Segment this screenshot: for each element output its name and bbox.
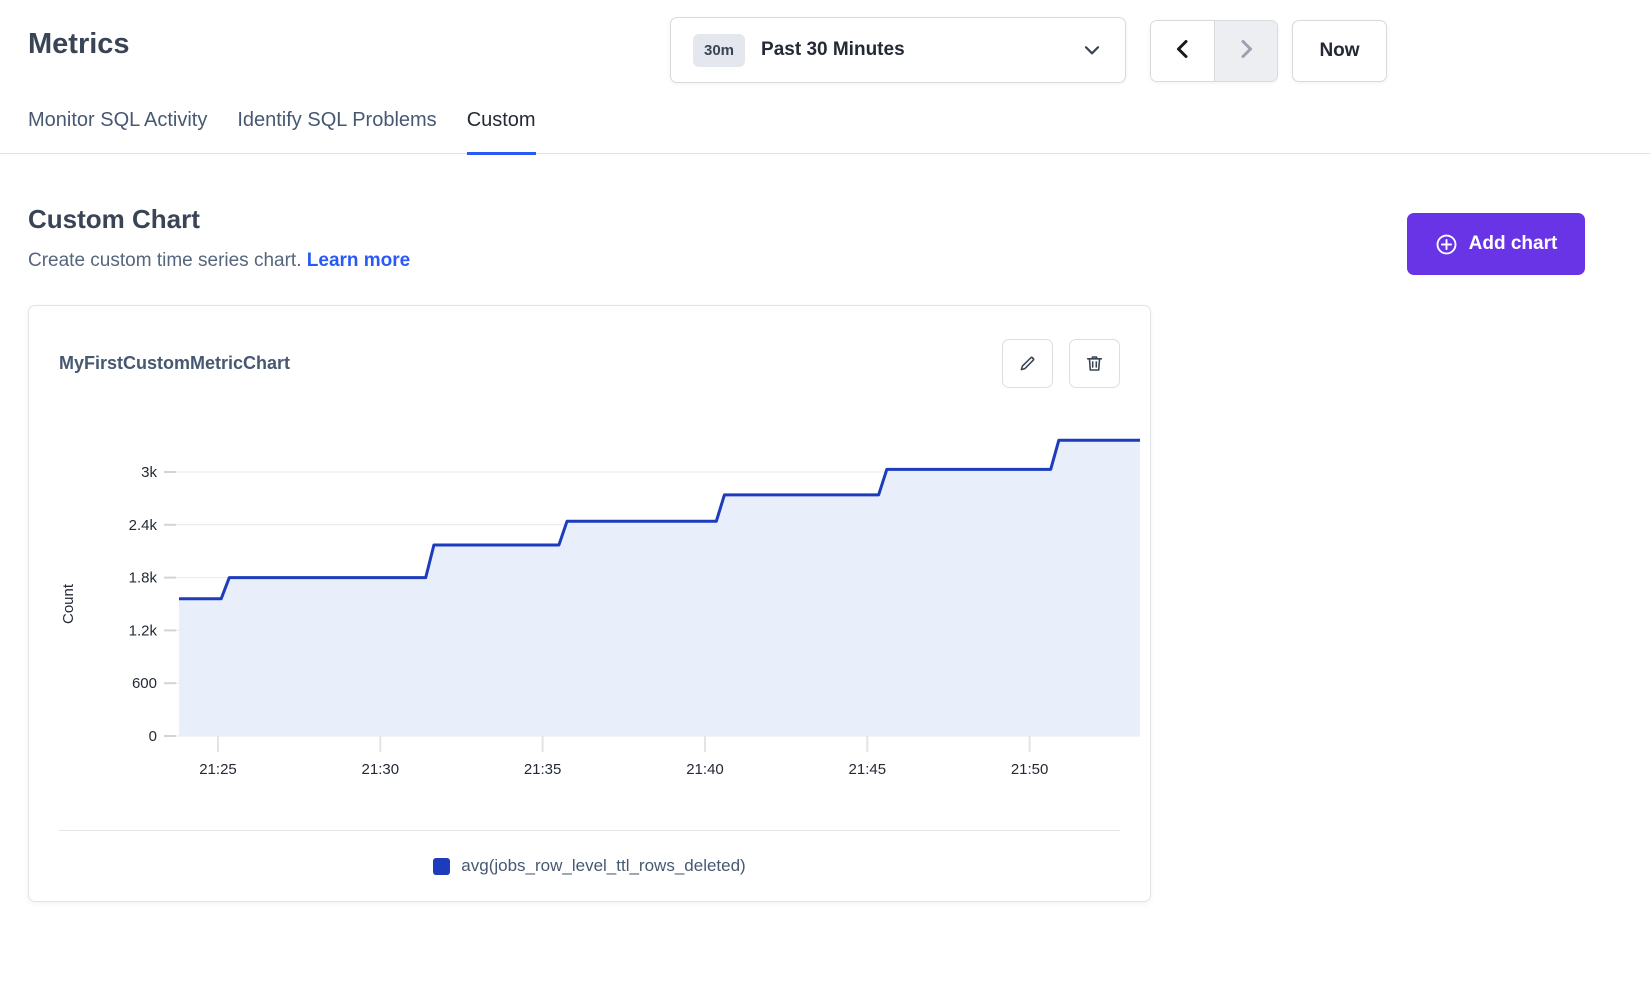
time-preset-badge: 30m bbox=[693, 34, 745, 67]
time-range-label: Past 30 Minutes bbox=[761, 39, 905, 61]
svg-text:0: 0 bbox=[149, 728, 157, 745]
plus-circle-icon bbox=[1435, 233, 1458, 256]
svg-text:21:40: 21:40 bbox=[686, 761, 724, 778]
svg-text:21:25: 21:25 bbox=[199, 761, 237, 778]
edit-chart-button[interactable] bbox=[1002, 339, 1053, 388]
svg-text:600: 600 bbox=[132, 675, 157, 692]
now-button[interactable]: Now bbox=[1292, 20, 1387, 82]
time-controls: 30m Past 30 Minutes Now bbox=[0, 0, 1650, 96]
custom-chart-section: Custom Chart Add chart Create custom tim… bbox=[0, 204, 1650, 902]
learn-more-link[interactable]: Learn more bbox=[307, 250, 410, 271]
page-header: Metrics 30m Past 30 Minutes Now Monito bbox=[0, 0, 1650, 154]
chart-title: MyFirstCustomMetricChart bbox=[59, 353, 290, 374]
legend-swatch bbox=[433, 858, 450, 875]
previous-time-button[interactable] bbox=[1151, 21, 1214, 81]
tab-custom[interactable]: Custom bbox=[467, 109, 536, 155]
description-text: Create custom time series chart. bbox=[28, 250, 301, 271]
section-heading: Custom Chart bbox=[28, 204, 1622, 235]
delete-chart-button[interactable] bbox=[1069, 339, 1120, 388]
time-step-buttons bbox=[1150, 20, 1278, 82]
y-axis-label: Count bbox=[60, 583, 77, 624]
chevron-left-icon bbox=[1171, 37, 1195, 66]
add-chart-button-label: Add chart bbox=[1469, 233, 1558, 255]
chevron-down-icon bbox=[1081, 39, 1103, 61]
svg-text:21:45: 21:45 bbox=[849, 761, 887, 778]
legend-label: avg(jobs_row_level_ttl_rows_deleted) bbox=[461, 856, 745, 876]
tab-identify-sql-problems[interactable]: Identify SQL Problems bbox=[237, 109, 436, 155]
svg-text:21:35: 21:35 bbox=[524, 761, 562, 778]
section-description: Create custom time series chart. Learn m… bbox=[28, 250, 1622, 272]
tab-bar: Monitor SQL Activity Identify SQL Proble… bbox=[0, 109, 1650, 154]
chevron-right-icon bbox=[1234, 37, 1258, 66]
series-layer bbox=[179, 440, 1140, 736]
add-chart-button[interactable]: Add chart bbox=[1407, 213, 1585, 275]
svg-text:1.8k: 1.8k bbox=[129, 570, 158, 587]
chart-card-header: MyFirstCustomMetricChart bbox=[29, 338, 1150, 388]
svg-text:21:50: 21:50 bbox=[1011, 761, 1049, 778]
next-time-button[interactable] bbox=[1214, 21, 1277, 81]
trash-icon bbox=[1084, 353, 1105, 374]
chart-card-actions bbox=[1002, 339, 1120, 388]
svg-text:2.4k: 2.4k bbox=[129, 517, 158, 534]
tab-monitor-sql-activity[interactable]: Monitor SQL Activity bbox=[28, 109, 207, 155]
pencil-icon bbox=[1017, 353, 1038, 374]
svg-text:21:30: 21:30 bbox=[362, 761, 400, 778]
time-range-selector[interactable]: 30m Past 30 Minutes bbox=[670, 17, 1126, 83]
custom-chart-card: MyFirstCustomMetricChart 0 600 1.2k 1.8k 2.4… bbox=[28, 305, 1151, 902]
legend-item[interactable]: avg(jobs_row_level_ttl_rows_deleted) bbox=[29, 831, 1150, 901]
svg-text:1.2k: 1.2k bbox=[129, 622, 158, 639]
svg-text:3k: 3k bbox=[141, 464, 157, 481]
series-area bbox=[179, 440, 1140, 736]
custom-chart-canvas[interactable]: 0 600 1.2k 1.8k 2.4k 3k 21:25 21:30 21:35 21:40 21… bbox=[29, 394, 1150, 786]
